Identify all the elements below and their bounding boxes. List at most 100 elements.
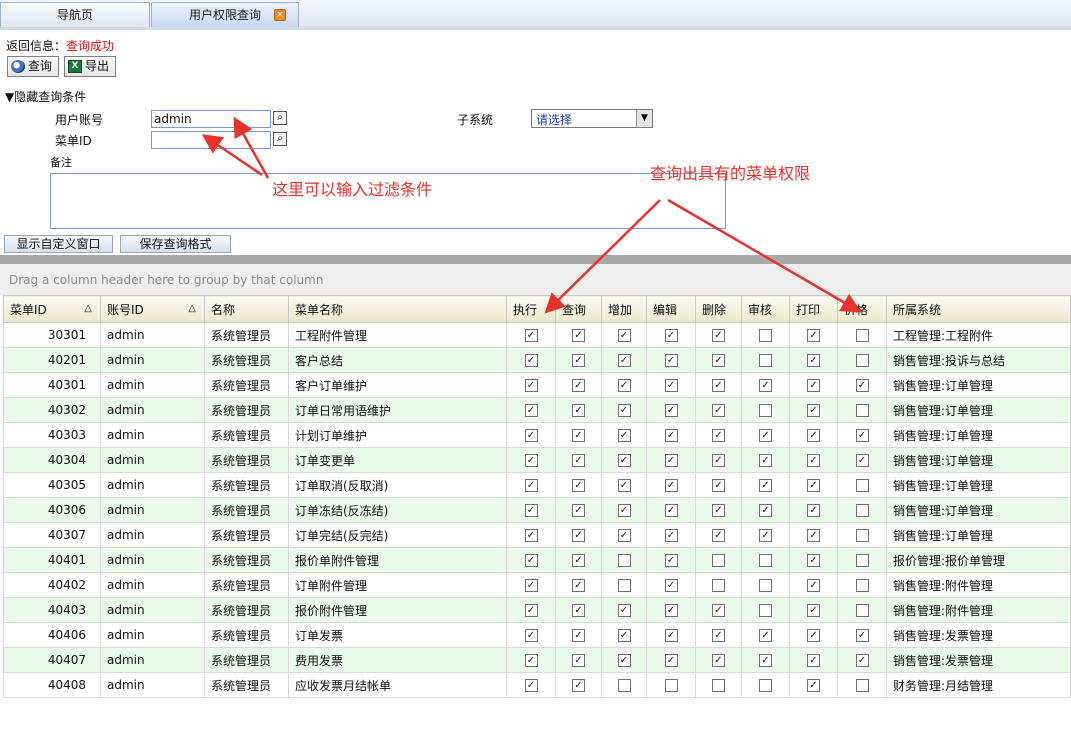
checkbox-checked[interactable]: ✓ (855, 454, 869, 467)
checkbox-checked[interactable]: ✓ (664, 404, 678, 417)
close-icon[interactable]: × (274, 9, 286, 21)
checkbox-checked[interactable]: ✓ (617, 529, 631, 542)
tab-user-permission-query[interactable]: 用户权限查询 × (151, 2, 299, 27)
checkbox-unchecked[interactable] (855, 604, 869, 617)
checkbox-checked[interactable]: ✓ (572, 329, 585, 342)
checkbox-checked[interactable]: ✓ (759, 379, 772, 392)
checkbox-checked[interactable]: ✓ (664, 654, 678, 667)
checkbox-checked[interactable]: ✓ (524, 404, 538, 417)
column-header-audit[interactable]: 审核 (741, 295, 790, 323)
table-row[interactable]: 40401 admin 系统管理员 报价单附件管理 ✓ ✓ ✓ ✓ 报价管理:报价单管理 (3, 547, 1071, 573)
checkbox-unchecked[interactable] (712, 579, 725, 592)
checkbox-checked[interactable]: ✓ (712, 479, 725, 492)
checkbox-checked[interactable]: ✓ (617, 479, 631, 492)
checkbox-checked[interactable]: ✓ (572, 404, 585, 417)
checkbox-unchecked[interactable] (855, 329, 869, 342)
checkbox-checked[interactable]: ✓ (807, 329, 820, 342)
checkbox-checked[interactable]: ✓ (664, 629, 678, 642)
tab-navigation[interactable]: 导航页 (0, 2, 150, 27)
checkbox-unchecked[interactable] (855, 579, 869, 592)
checkbox-checked[interactable]: ✓ (617, 504, 631, 517)
checkbox-checked[interactable]: ✓ (807, 579, 820, 592)
checkbox-unchecked[interactable] (664, 679, 678, 692)
column-header-edit[interactable]: 编辑 (646, 295, 696, 323)
checkbox-checked[interactable]: ✓ (572, 554, 585, 567)
checkbox-checked[interactable]: ✓ (807, 504, 820, 517)
table-row[interactable]: 40201 admin 系统管理员 客户总结 ✓ ✓ ✓ ✓ ✓ ✓ 销售管理:投诉与总结 (3, 347, 1071, 373)
column-header-add[interactable]: 增加 (601, 295, 647, 323)
table-row[interactable]: 40301 admin 系统管理员 客户订单维护 ✓ ✓ ✓ ✓ ✓ ✓ ✓ ✓ 销售管理:订单管理 (3, 372, 1071, 398)
column-header-delete[interactable]: 删除 (695, 295, 742, 323)
checkbox-checked[interactable]: ✓ (807, 479, 820, 492)
checkbox-unchecked[interactable] (712, 554, 725, 567)
checkbox-unchecked[interactable] (759, 329, 772, 342)
checkbox-checked[interactable]: ✓ (572, 479, 585, 492)
checkbox-unchecked[interactable] (759, 604, 772, 617)
table-row[interactable]: 40302 admin 系统管理员 订单日常用语维护 ✓ ✓ ✓ ✓ ✓ ✓ 销售管理:订单管理 (3, 397, 1071, 423)
checkbox-checked[interactable]: ✓ (855, 654, 869, 667)
checkbox-checked[interactable]: ✓ (572, 679, 585, 692)
checkbox-checked[interactable]: ✓ (524, 579, 538, 592)
checkbox-checked[interactable]: ✓ (664, 579, 678, 592)
table-row[interactable]: 40408 admin 系统管理员 应收发票月结帐单 ✓ ✓ ✓ 财务管理:月结管理 (3, 672, 1071, 698)
checkbox-checked[interactable]: ✓ (524, 329, 538, 342)
checkbox-checked[interactable]: ✓ (664, 529, 678, 542)
checkbox-checked[interactable]: ✓ (759, 454, 772, 467)
checkbox-unchecked[interactable] (759, 354, 772, 367)
checkbox-checked[interactable]: ✓ (572, 504, 585, 517)
menu-id-input[interactable] (151, 131, 271, 149)
checkbox-checked[interactable]: ✓ (664, 354, 678, 367)
table-row[interactable]: 40305 admin 系统管理员 订单取消(反取消) ✓ ✓ ✓ ✓ ✓ ✓ ✓ 销售管理:订单管理 (3, 472, 1071, 498)
checkbox-unchecked[interactable] (855, 679, 869, 692)
checkbox-checked[interactable]: ✓ (664, 504, 678, 517)
checkbox-checked[interactable]: ✓ (617, 604, 631, 617)
checkbox-unchecked[interactable] (759, 579, 772, 592)
checkbox-checked[interactable]: ✓ (712, 529, 725, 542)
checkbox-unchecked[interactable] (855, 479, 869, 492)
checkbox-checked[interactable]: ✓ (807, 354, 820, 367)
checkbox-checked[interactable]: ✓ (524, 504, 538, 517)
checkbox-checked[interactable]: ✓ (807, 629, 820, 642)
checkbox-checked[interactable]: ✓ (712, 379, 725, 392)
table-row[interactable]: 40402 admin 系统管理员 订单附件管理 ✓ ✓ ✓ ✓ 销售管理:附件管理 (3, 572, 1071, 598)
checkbox-checked[interactable]: ✓ (759, 629, 772, 642)
checkbox-checked[interactable]: ✓ (807, 654, 820, 667)
checkbox-checked[interactable]: ✓ (617, 429, 631, 442)
checkbox-checked[interactable]: ✓ (572, 654, 585, 667)
checkbox-checked[interactable]: ✓ (524, 379, 538, 392)
user-account-input[interactable]: admin (151, 110, 271, 128)
table-row[interactable]: 40406 admin 系统管理员 订单发票 ✓ ✓ ✓ ✓ ✓ ✓ ✓ ✓ 销售管理:发票管理 (3, 622, 1071, 648)
checkbox-checked[interactable]: ✓ (572, 629, 585, 642)
checkbox-unchecked[interactable] (855, 354, 869, 367)
checkbox-checked[interactable]: ✓ (617, 404, 631, 417)
checkbox-checked[interactable]: ✓ (664, 479, 678, 492)
checkbox-checked[interactable]: ✓ (524, 429, 538, 442)
column-header-account-id[interactable]: 账号ID △ (100, 295, 205, 323)
checkbox-checked[interactable]: ✓ (572, 579, 585, 592)
checkbox-checked[interactable]: ✓ (664, 604, 678, 617)
table-row[interactable]: 40407 admin 系统管理员 费用发票 ✓ ✓ ✓ ✓ ✓ ✓ ✓ ✓ 销售管理:发票管理 (3, 647, 1071, 673)
picker-icon[interactable]: ⌕ (273, 111, 287, 125)
checkbox-checked[interactable]: ✓ (617, 354, 631, 367)
show-custom-window-button[interactable]: 显示自定义窗口 (4, 235, 113, 253)
checkbox-checked[interactable]: ✓ (807, 454, 820, 467)
checkbox-checked[interactable]: ✓ (712, 354, 725, 367)
checkbox-checked[interactable]: ✓ (572, 529, 585, 542)
checkbox-checked[interactable]: ✓ (759, 529, 772, 542)
checkbox-checked[interactable]: ✓ (617, 629, 631, 642)
checkbox-checked[interactable]: ✓ (572, 604, 585, 617)
checkbox-checked[interactable]: ✓ (855, 629, 869, 642)
column-header-system[interactable]: 所属系统 (886, 295, 1071, 323)
checkbox-checked[interactable]: ✓ (855, 379, 869, 392)
checkbox-checked[interactable]: ✓ (664, 329, 678, 342)
subsystem-select[interactable]: 请选择 ▼ (531, 109, 653, 128)
checkbox-checked[interactable]: ✓ (617, 654, 631, 667)
checkbox-checked[interactable]: ✓ (807, 554, 820, 567)
column-header-query[interactable]: 查询 (555, 295, 602, 323)
checkbox-checked[interactable]: ✓ (572, 454, 585, 467)
checkbox-checked[interactable]: ✓ (712, 504, 725, 517)
checkbox-unchecked[interactable] (617, 679, 631, 692)
checkbox-unchecked[interactable] (617, 579, 631, 592)
checkbox-checked[interactable]: ✓ (572, 354, 585, 367)
checkbox-checked[interactable]: ✓ (807, 679, 820, 692)
